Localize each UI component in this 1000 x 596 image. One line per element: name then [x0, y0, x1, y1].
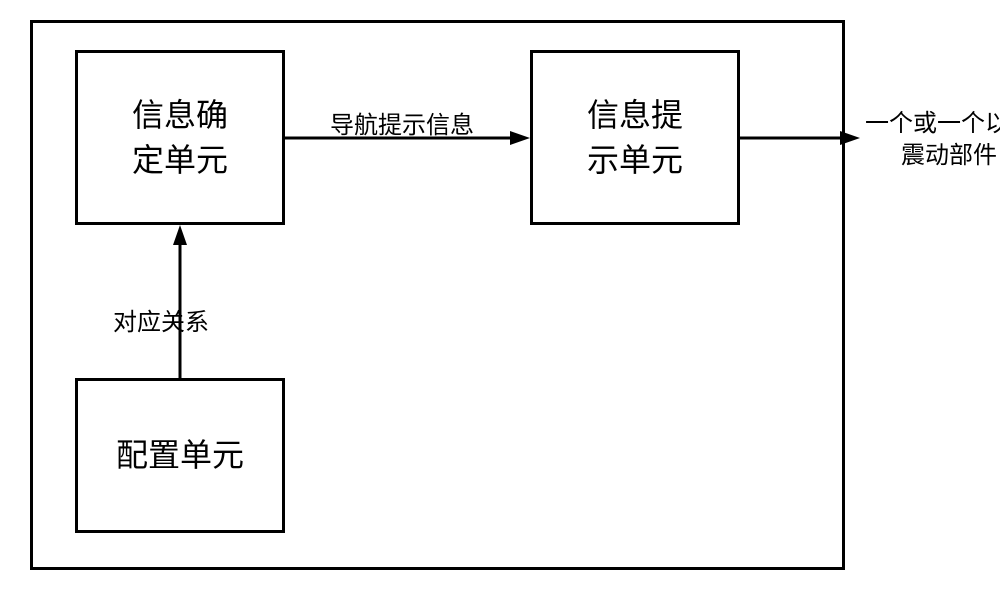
output-label-line2: 震动部件 — [901, 143, 997, 169]
info-prompt-unit-box: 信息提示单元 — [530, 50, 740, 225]
config-unit-label: 配置单元 — [116, 433, 244, 478]
info-prompt-unit-label: 信息提示单元 — [587, 93, 683, 183]
nav-info-label: 导航提示信息 — [330, 105, 474, 140]
info-confirm-unit-label: 信息确定单元 — [132, 93, 228, 183]
info-confirm-unit-box: 信息确定单元 — [75, 50, 285, 225]
relation-label: 对应关系 — [113, 302, 209, 337]
output-label-line1: 一个或一个以上 — [865, 111, 1000, 137]
arrow-prompt-to-output — [740, 130, 860, 150]
config-unit-box: 配置单元 — [75, 378, 285, 533]
output-label: 一个或一个以上 震动部件 — [865, 108, 1000, 173]
